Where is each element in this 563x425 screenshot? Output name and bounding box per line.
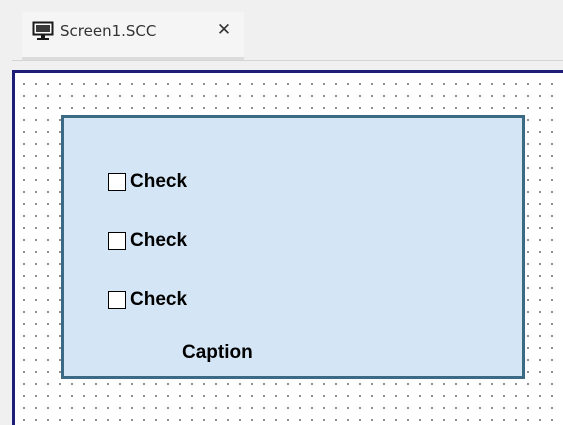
- checkbox-2[interactable]: Check: [108, 229, 187, 253]
- tab-divider: [12, 60, 563, 61]
- checkbox-label: Check: [130, 230, 188, 251]
- close-icon[interactable]: ✕: [212, 18, 236, 42]
- tab-screen1[interactable]: Screen1.SCC ✕: [22, 12, 244, 60]
- checkbox-3[interactable]: Check: [108, 288, 187, 312]
- checkbox-group-panel[interactable]: Check Check Check Caption: [61, 115, 525, 379]
- checkbox-square[interactable]: [108, 232, 126, 250]
- tab-title: Screen1.SCC: [60, 22, 157, 40]
- checkbox-square[interactable]: [108, 173, 126, 191]
- checkbox-square[interactable]: [108, 291, 126, 309]
- group-caption: Caption: [182, 342, 253, 363]
- checkbox-label: Check: [130, 289, 188, 310]
- checkbox-1[interactable]: Check: [108, 170, 187, 194]
- monitor-icon: [32, 21, 54, 41]
- tab-strip: Screen1.SCC ✕: [0, 0, 563, 62]
- checkbox-label: Check: [130, 171, 188, 192]
